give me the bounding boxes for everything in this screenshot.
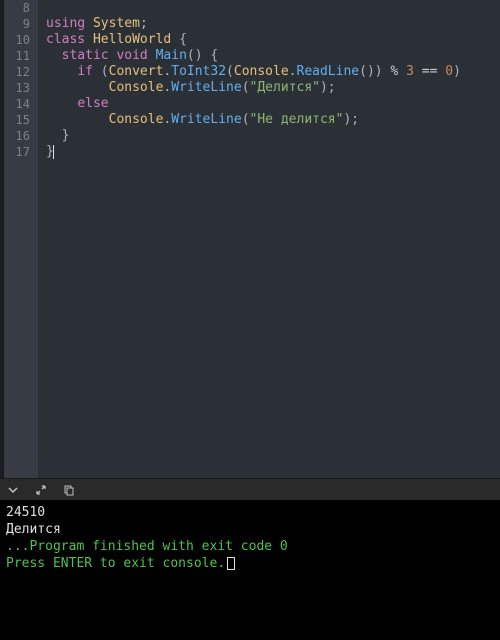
code-line[interactable]: else [46,96,500,112]
line-number: 17 [4,144,30,160]
terminal-line: Делится [6,521,494,538]
line-number: 12 [4,64,30,80]
code-line[interactable]: class HelloWorld { [46,32,500,48]
line-number: 16 [4,128,30,144]
line-number: 11 [4,48,30,64]
editor-cursor [53,145,54,159]
line-number: 13 [4,80,30,96]
line-number: 8 [4,0,30,16]
code-editor[interactable]: 891011121314151617 using System;class He… [0,0,500,478]
terminal-output[interactable]: 24510Делится...Program finished with exi… [0,500,500,640]
code-line[interactable]: static void Main() { [46,48,500,64]
terminal-line: 24510 [6,504,494,521]
expand-icon[interactable] [34,483,48,497]
line-number-gutter: 891011121314151617 [4,0,38,478]
copy-icon[interactable] [62,483,76,497]
terminal-cursor [227,557,235,570]
code-line[interactable]: using System; [46,16,500,32]
code-line[interactable]: Console.WriteLine("Не делится"); [46,112,500,128]
terminal-line: Press ENTER to exit console. [6,555,494,572]
chevron-down-icon[interactable] [6,483,20,497]
code-line[interactable]: } [46,128,500,144]
code-line[interactable] [46,0,500,16]
line-number: 14 [4,96,30,112]
line-number: 9 [4,16,30,32]
terminal-toolbar [0,478,500,500]
line-number: 10 [4,32,30,48]
code-line[interactable]: Console.WriteLine("Делится"); [46,80,500,96]
code-line[interactable]: if (Convert.ToInt32(Console.ReadLine()) … [46,64,500,80]
code-line[interactable]: } [46,144,500,160]
terminal-line: ...Program finished with exit code 0 [6,538,494,555]
code-content[interactable]: using System;class HelloWorld { static v… [38,0,500,478]
line-number: 15 [4,112,30,128]
